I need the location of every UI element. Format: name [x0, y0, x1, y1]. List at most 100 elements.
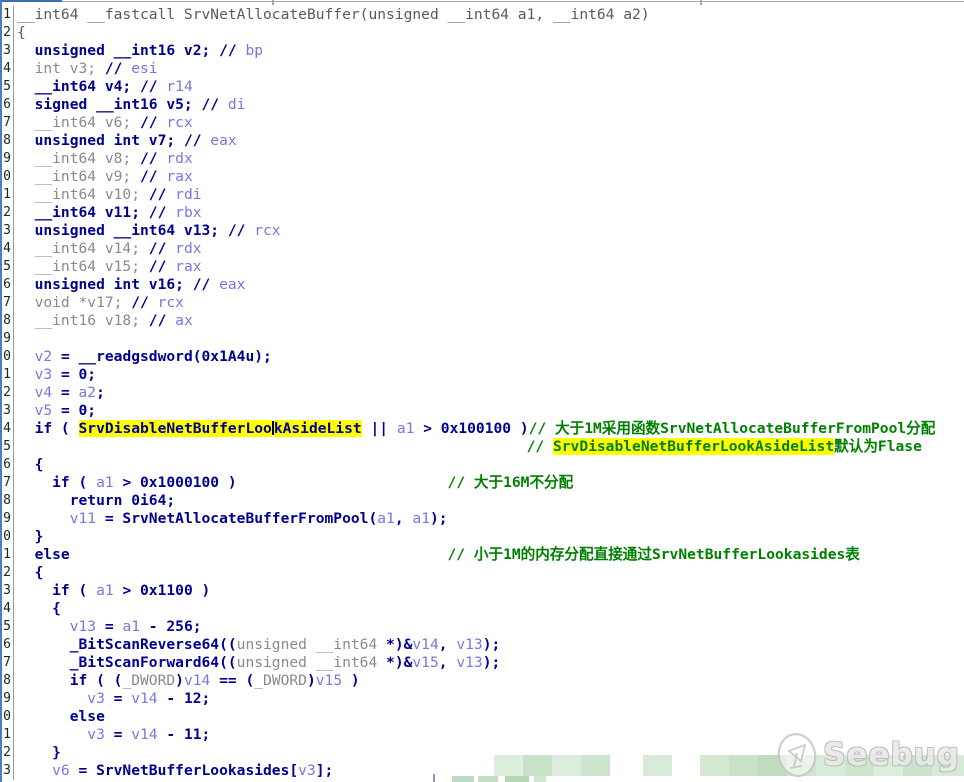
variable-token[interactable]: a1	[377, 510, 395, 527]
code-text[interactable]: {	[14, 456, 44, 474]
variable-token[interactable]: v3	[17, 690, 105, 707]
variable-token[interactable]: ax	[175, 312, 193, 329]
code-text[interactable]: v5 = 0;	[14, 402, 97, 420]
code-text[interactable]: v13 = a1 - 256;	[14, 618, 202, 636]
code-line: 6 unsigned int v16; // eax	[2, 276, 964, 294]
variable-token[interactable]: r14	[166, 78, 192, 95]
code-text[interactable]: }	[14, 744, 61, 762]
code-line: 0 else	[2, 708, 964, 726]
code-text[interactable]: _BitScanReverse64((unsigned __int64 *)&v…	[14, 636, 501, 654]
code-text[interactable]: if ( a1 > 0x1000100 ) // 大于16M不分配	[14, 474, 573, 492]
variable-token[interactable]: v14	[184, 672, 210, 689]
code-text[interactable]: v3 = v14 - 11;	[14, 726, 210, 744]
code-text[interactable]: __int16 v18; // ax	[14, 312, 193, 330]
code-text[interactable]: __int64 __fastcall SrvNetAllocateBuffer(…	[14, 6, 650, 24]
code-text[interactable]: unsigned int v16; // eax	[14, 276, 246, 294]
variable-token[interactable]: rdi	[175, 186, 201, 203]
variable-token[interactable]: rax	[175, 258, 201, 275]
variable-token[interactable]: esi	[131, 60, 157, 77]
code-text[interactable]: return 0i64;	[14, 492, 175, 510]
code-text[interactable]: int v3; // esi	[14, 60, 158, 78]
variable-token[interactable]: v3	[17, 366, 53, 383]
code-text[interactable]: if ( a1 > 0x1100 )	[14, 582, 210, 600]
variable-token[interactable]: v6	[17, 762, 70, 779]
code-text[interactable]: __int64 v14; // rdx	[14, 240, 202, 258]
variable-token[interactable]: a1	[122, 618, 140, 635]
line-number: 3	[2, 222, 14, 240]
variable-token[interactable]: rcx	[158, 294, 184, 311]
variable-token[interactable]: di	[228, 96, 246, 113]
variable-token[interactable]: v4	[17, 384, 53, 401]
variable-token[interactable]: eax	[219, 276, 245, 293]
variable-token[interactable]: v11	[17, 510, 96, 527]
variable-token[interactable]: a1	[412, 510, 430, 527]
highlighted-token[interactable]: kAsideList	[273, 420, 362, 437]
code-line: 2 v4 = a2;	[2, 384, 964, 402]
variable-token[interactable]: v14	[412, 636, 438, 653]
code-text[interactable]: {	[14, 24, 26, 42]
variable-token[interactable]: v13	[17, 618, 96, 635]
code-text[interactable]: unsigned __int64 v13; // rcx	[14, 222, 281, 240]
code-text[interactable]: __int64 v8; // rdx	[14, 150, 193, 168]
code-text[interactable]: else	[14, 708, 105, 726]
keyword-token: - 12;	[157, 690, 211, 707]
code-text[interactable]: __int64 v10; // rdi	[14, 186, 202, 204]
variable-token[interactable]: bp	[245, 42, 263, 59]
code-text[interactable]: __int64 v6; // rcx	[14, 114, 193, 132]
code-text[interactable]: v3 = v14 - 12;	[14, 690, 210, 708]
keyword-token: //	[201, 96, 228, 113]
code-text[interactable]: unsigned __int16 v2; // bp	[14, 42, 263, 60]
code-text[interactable]: v4 = a2;	[14, 384, 105, 402]
variable-token[interactable]: rbx	[175, 204, 201, 221]
code-text[interactable]: else // 小于1M的内存分配直接通过SrvNetBufferLookasi…	[14, 546, 860, 564]
variable-token[interactable]: a1	[96, 474, 114, 491]
code-text[interactable]	[14, 330, 17, 348]
variable-token[interactable]: v15	[316, 672, 342, 689]
code-text[interactable]: v6 = SrvNetBufferLookasides[v3];	[14, 762, 333, 780]
code-text[interactable]: unsigned int v7; // eax	[14, 132, 237, 150]
variable-token[interactable]: v15	[412, 654, 438, 671]
code-text[interactable]: // SrvDisableNetBufferLookAsideList默认为Fl…	[14, 438, 922, 456]
code-text[interactable]: if ( SrvDisableNetBufferLoo kAsideList ||…	[14, 420, 935, 438]
variable-token[interactable]: v13	[456, 654, 482, 671]
variable-token[interactable]: a1	[397, 420, 415, 437]
code-text[interactable]: v3 = 0;	[14, 366, 97, 384]
variable-token[interactable]: a1	[96, 582, 114, 599]
code-text[interactable]: signed __int16 v5; // di	[14, 96, 246, 114]
code-text[interactable]: __int64 v15; // rax	[14, 258, 202, 276]
variable-token[interactable]: v3	[298, 762, 316, 779]
highlighted-token[interactable]: SrvDisableNetBufferLoo	[78, 420, 272, 437]
code-text[interactable]: _BitScanForward64((unsigned __int64 *)&v…	[14, 654, 501, 672]
variable-token[interactable]: v14	[131, 726, 157, 743]
variable-token[interactable]: rax	[166, 168, 192, 185]
variable-token[interactable]: rcx	[166, 114, 192, 131]
code-text[interactable]: void *v17; // rcx	[14, 294, 184, 312]
variable-token[interactable]: v3	[17, 726, 105, 743]
code-text[interactable]: __int64 v11; // rbx	[14, 204, 202, 222]
code-text[interactable]: __int64 v9; // rax	[14, 168, 193, 186]
pseudocode-editor[interactable]: 1 __int64 __fastcall SrvNetAllocateBuffer…	[2, 6, 964, 782]
variable-token[interactable]: rcx	[254, 222, 280, 239]
code-text[interactable]: {	[14, 600, 61, 618]
variable-token[interactable]: v14	[131, 690, 157, 707]
variable-token[interactable]: v5	[17, 402, 53, 419]
code-text[interactable]: v2 = __readgsdword(0x1A4u);	[14, 348, 272, 366]
variable-token[interactable]: a2	[79, 384, 97, 401]
code-text[interactable]: __int64 v4; // r14	[14, 78, 193, 96]
variable-token[interactable]: v13	[456, 636, 482, 653]
line-number: 3	[2, 42, 14, 60]
type-token: int v3;	[17, 60, 105, 77]
code-text[interactable]: if ( (_DWORD)v14 == (_DWORD)v15 )	[14, 672, 360, 690]
code-text[interactable]: v11 = SrvNetAllocateBufferFromPool(a1, a…	[14, 510, 448, 528]
line-number: 3	[2, 402, 14, 420]
keyword-token: if (	[17, 582, 97, 599]
code-text[interactable]: {	[14, 564, 44, 582]
keyword-token: else	[17, 546, 70, 563]
variable-token[interactable]: rdx	[166, 150, 192, 167]
variable-token[interactable]: rdx	[175, 240, 201, 257]
variable-token[interactable]: eax	[210, 132, 236, 149]
code-text[interactable]: }	[14, 528, 44, 546]
type-token: __int64 v6;	[17, 114, 141, 131]
highlighted-token[interactable]: SrvDisableNetBufferLookAsideList	[552, 438, 835, 455]
variable-token[interactable]: v2	[17, 348, 53, 365]
